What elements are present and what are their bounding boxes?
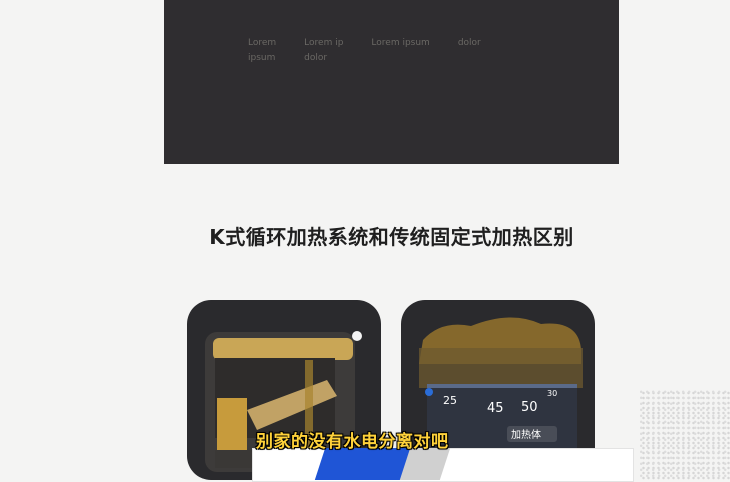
faint-text: ipsum	[248, 53, 276, 63]
water-surface	[427, 384, 577, 388]
upper-glass	[419, 348, 583, 388]
faint-col-4: dolor	[458, 38, 481, 64]
heating-label: 加热体	[511, 428, 541, 441]
temp-30: 30	[547, 389, 557, 398]
water-level-left	[217, 398, 247, 458]
temp-50: 50	[521, 400, 538, 415]
water-droplet	[425, 388, 433, 396]
faint-text: Lorem ip	[304, 38, 344, 48]
section-title: K式循环加热系统和传统固定式加热区别	[209, 225, 574, 249]
faint-text: dolor	[457, 38, 481, 48]
faint-col-2: Lorem ip dolor	[304, 38, 343, 64]
faint-text: Lorem	[248, 38, 277, 48]
temp-45: 45	[487, 401, 504, 416]
glass-rim	[213, 338, 353, 360]
faint-col-3: Lorem ipsum	[371, 38, 429, 64]
handle-knob	[352, 331, 362, 341]
video-subtitle: 别家的没有水电分离对吧	[256, 432, 449, 452]
faint-text: Lorem ipsum	[371, 38, 430, 48]
temp-25: 25	[443, 394, 457, 407]
top-dark-panel: Lorem ipsum Lorem ip dolor Lorem ipsum d…	[164, 0, 619, 164]
noise-pattern	[640, 390, 730, 480]
faint-col-1: Lorem ipsum	[248, 38, 276, 64]
faint-text-row: Lorem ipsum Lorem ip dolor Lorem ipsum d…	[248, 38, 578, 64]
faint-text: dolor	[304, 53, 328, 63]
